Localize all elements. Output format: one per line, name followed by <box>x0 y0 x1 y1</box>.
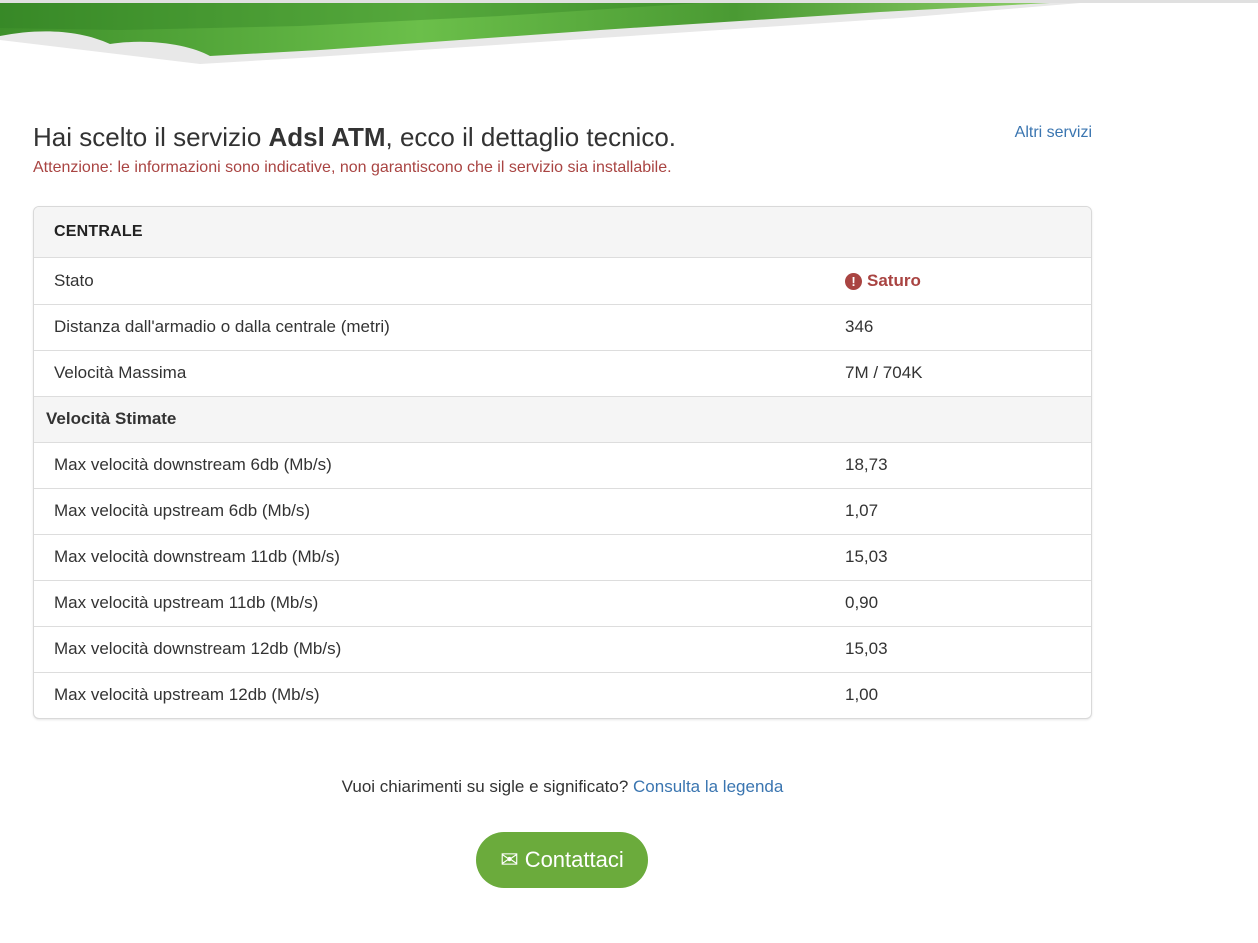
row-value: 15,03 <box>825 533 1091 580</box>
envelope-icon: ✉ <box>500 847 519 872</box>
table-row: Distanza dall'armadio o dalla centrale (… <box>34 303 1091 350</box>
row-value: 346 <box>825 303 1091 350</box>
table-row: Velocità Massima 7M / 704K <box>34 349 1091 396</box>
legend-link[interactable]: Consulta la legenda <box>633 777 783 796</box>
table-row: Max velocità upstream 6db (Mb/s) 1,07 <box>34 487 1091 534</box>
legend-help-line: Vuoi chiarimenti su sigle e significato?… <box>0 776 1125 798</box>
service-name: Adsl ATM <box>268 122 386 152</box>
row-label: Velocità Massima <box>34 349 825 396</box>
section-label: Velocità Stimate <box>34 395 1091 442</box>
contact-label: Contattaci <box>524 847 624 872</box>
help-question: Vuoi chiarimenti su sigle e significato? <box>341 777 634 796</box>
table-row: Max velocità downstream 6db (Mb/s) 18,73 <box>34 441 1091 488</box>
row-value: 1,00 <box>825 671 1091 718</box>
row-value: 18,73 <box>825 441 1091 488</box>
row-value: 0,90 <box>825 579 1091 626</box>
row-label: Max velocità downstream 11db (Mb/s) <box>34 533 825 580</box>
row-label: Stato <box>54 270 94 290</box>
other-services-link[interactable]: Altri servizi <box>1015 122 1092 144</box>
row-value: 15,03 <box>825 625 1091 672</box>
contact-button[interactable]: ✉ Contattaci <box>476 832 648 888</box>
table-row: Max velocità upstream 12db (Mb/s) 1,00 <box>34 671 1091 718</box>
table-row: Max velocità downstream 12db (Mb/s) 15,0… <box>34 625 1091 672</box>
warning-message: Attenzione: le informazioni sono indicat… <box>33 159 672 176</box>
title-prefix: Hai scelto il servizio <box>33 122 269 152</box>
table-row: Max velocità downstream 11db (Mb/s) 15,0… <box>34 533 1091 580</box>
row-value: 1,07 <box>825 487 1091 534</box>
row-label: Max velocità downstream 6db (Mb/s) <box>34 441 825 488</box>
table-row: Stato ! Saturo <box>34 258 1091 304</box>
panel-heading: CENTRALE <box>34 207 1091 258</box>
table-row: Max velocità upstream 11db (Mb/s) 0,90 <box>34 579 1091 626</box>
row-label: Max velocità downstream 12db (Mb/s) <box>34 625 825 672</box>
centrale-panel: CENTRALE Stato ! Saturo Distanza dall'ar… <box>33 206 1092 719</box>
status-badge: ! Saturo <box>845 271 921 291</box>
exclamation-circle-icon: ! <box>845 272 862 290</box>
row-label: Max velocità upstream 11db (Mb/s) <box>34 579 825 626</box>
row-value: ! Saturo <box>825 258 1091 304</box>
technical-details-table: Stato ! Saturo Distanza dall'armadio o d… <box>34 258 1091 718</box>
page-title: Hai scelto il servizio Adsl ATM, ecco il… <box>33 120 1092 154</box>
section-header-row: Velocità Stimate <box>34 395 1091 442</box>
status-text: Saturo <box>867 271 921 290</box>
title-suffix: , ecco il dettaglio tecnico. <box>385 122 677 152</box>
row-label: Max velocità upstream 6db (Mb/s) <box>34 487 825 534</box>
row-value: 7M / 704K <box>825 349 1091 396</box>
green-wave-banner <box>0 0 1258 64</box>
main-content: Hai scelto il servizio Adsl ATM, ecco il… <box>33 120 1092 719</box>
row-label: Distanza dall'armadio o dalla centrale (… <box>34 303 825 350</box>
heading-row: Hai scelto il servizio Adsl ATM, ecco il… <box>33 120 1092 154</box>
header-banner <box>0 0 1258 70</box>
row-label: Max velocità upstream 12db (Mb/s) <box>34 671 825 718</box>
